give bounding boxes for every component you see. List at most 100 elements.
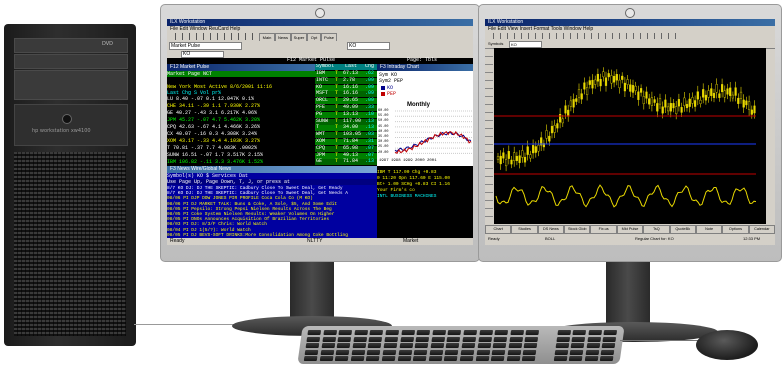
keyboard-key[interactable] xyxy=(398,349,412,355)
drawing-tool-strip[interactable] xyxy=(485,48,493,224)
keyboard-key[interactable] xyxy=(494,330,509,335)
keyboard-key[interactable] xyxy=(322,330,337,335)
keyboard-key[interactable] xyxy=(509,336,523,342)
keyboard-key[interactable] xyxy=(490,356,505,361)
keyboard-key[interactable] xyxy=(522,356,536,361)
keyboard-key[interactable] xyxy=(584,356,599,361)
keyboard-key[interactable] xyxy=(556,336,570,342)
tab-options[interactable]: Options xyxy=(722,225,749,234)
keyboard-key[interactable] xyxy=(553,356,568,361)
keyboard-key[interactable] xyxy=(366,356,380,361)
keyboard-key[interactable] xyxy=(304,349,319,355)
keyboard-key[interactable] xyxy=(556,330,571,335)
keyboard-key[interactable] xyxy=(337,336,352,342)
keyboard-key[interactable] xyxy=(320,349,334,355)
keyboard-key[interactable] xyxy=(447,330,462,335)
keyboard-key[interactable] xyxy=(476,349,490,355)
table-row[interactable]: CX 40.07 -.16 0.3 4.308K 3.24% xyxy=(167,131,257,137)
keyboard-key[interactable] xyxy=(570,343,585,348)
keyboard-key[interactable] xyxy=(335,349,350,355)
keyboard-key[interactable] xyxy=(354,330,368,335)
keyboard-key[interactable] xyxy=(338,330,353,335)
keyboard-key[interactable] xyxy=(319,356,334,361)
table-row[interactable]: CPQ 42.63 -.67 4.1 4.466K 3.26% xyxy=(167,124,260,130)
table-row[interactable]: JPM 45.27 -.07 4.7 5.462K 3.20% xyxy=(167,117,260,123)
keyboard-key[interactable] xyxy=(554,349,568,355)
keyboard-key[interactable] xyxy=(412,356,427,361)
market-select[interactable]: Market Pulse xyxy=(169,42,242,50)
keyboard-key[interactable] xyxy=(336,343,351,348)
keyboard-key[interactable] xyxy=(351,349,366,355)
keyboard-key[interactable] xyxy=(305,343,320,348)
keyboard-key[interactable] xyxy=(475,356,490,361)
tab-mkt-pulse[interactable]: Mkt Pulse xyxy=(616,225,644,234)
quote-detail-panel[interactable]: IBM T 117.00 Chg +0.83 0 11:20 Opn 117.60… xyxy=(377,166,473,238)
keyboard-key[interactable] xyxy=(415,336,430,342)
tab-ds-news[interactable]: DS News xyxy=(537,225,565,234)
keyboard-key[interactable] xyxy=(383,343,398,348)
keyboard-key[interactable] xyxy=(525,330,540,335)
tab-stock-glob[interactable]: Stock Glob xyxy=(564,225,591,234)
right-symbol-input[interactable]: KO xyxy=(509,41,542,48)
table-row[interactable]: XOM 43.17 -.33 4.4 4.103K 3.27% xyxy=(167,138,260,144)
intraday-chart-window[interactable]: F3 Intraday Chart Sym KO Sym2 PEP KO PEP… xyxy=(377,64,473,166)
keyboard-key[interactable] xyxy=(492,343,507,348)
keyboard-key[interactable] xyxy=(307,330,322,335)
keyboard-key[interactable] xyxy=(491,349,506,355)
quote-sheet-window[interactable]: Symbol Last Chg IBM T 67.13 .62 INTC T 2.78 .09… xyxy=(315,64,377,166)
keyboard-key[interactable] xyxy=(478,330,493,335)
keyboard-key[interactable] xyxy=(446,336,461,342)
symbol-input[interactable]: KO xyxy=(181,51,224,58)
keyboard-key[interactable] xyxy=(445,349,459,355)
keyboard-key[interactable] xyxy=(400,330,415,335)
keyboard-key[interactable] xyxy=(523,343,538,348)
keyboard-key[interactable] xyxy=(400,336,414,342)
keyboard-key[interactable] xyxy=(334,356,349,361)
keyboard-key[interactable] xyxy=(399,343,413,348)
most-active-window[interactable]: F12 Market Pulse Market Page NCT New Yor… xyxy=(167,64,315,166)
keyboard-key[interactable] xyxy=(428,356,443,361)
keyboard-key[interactable] xyxy=(432,330,446,335)
mouse[interactable] xyxy=(696,330,758,360)
keyboard-key[interactable] xyxy=(367,349,381,355)
keyboard-key[interactable] xyxy=(601,349,615,355)
tab-fix-us[interactable]: Fix.us xyxy=(590,225,617,234)
keyboard-key[interactable] xyxy=(555,343,569,348)
keyboard-key[interactable] xyxy=(414,343,429,348)
keyboard-key[interactable] xyxy=(416,330,431,335)
keyboard-key[interactable] xyxy=(506,356,521,361)
keyboard-key[interactable] xyxy=(587,336,601,342)
keyboard-key[interactable] xyxy=(493,336,508,342)
keyboard[interactable] xyxy=(297,326,625,364)
keyboard-key[interactable] xyxy=(397,356,412,361)
keyboard-key[interactable] xyxy=(381,356,396,361)
table-row[interactable]: CPQ T 65.98 .07 xyxy=(315,145,377,152)
keyboard-key[interactable] xyxy=(460,349,475,355)
tab-quotebk[interactable]: QuoteBk xyxy=(669,225,696,234)
keyboard-key[interactable] xyxy=(601,343,616,348)
chart-tool-icons[interactable] xyxy=(487,33,677,39)
tab-note[interactable]: Note xyxy=(695,225,723,234)
keyboard-key[interactable] xyxy=(523,349,537,355)
keyboard-key[interactable] xyxy=(585,349,600,355)
keyboard-key[interactable] xyxy=(507,349,522,355)
keyboard-key[interactable] xyxy=(429,349,444,355)
keyboard-key[interactable] xyxy=(524,336,539,342)
table-row[interactable]: INTC T 2.78 .09 xyxy=(315,77,377,84)
keyboard-key[interactable] xyxy=(508,343,523,348)
toolbar-icon-strip[interactable] xyxy=(169,33,253,40)
keyboard-key[interactable] xyxy=(602,336,617,342)
keyboard-key[interactable] xyxy=(368,336,383,342)
table-row[interactable]: IBM 106.82 -.11 3.3 3.476K 1.52% xyxy=(167,159,263,165)
keyboard-key[interactable] xyxy=(462,336,477,342)
keyboard-key[interactable] xyxy=(572,330,587,335)
keyboard-key[interactable] xyxy=(369,330,384,335)
tab-studies[interactable]: Studies xyxy=(511,225,538,234)
table-row[interactable]: LU 8.40 -.07 0.1 12.047K 0.1% xyxy=(167,96,254,102)
table-row[interactable]: T 70.81 -.37 7.7 4.083K .0002% xyxy=(167,145,257,151)
keyboard-key[interactable] xyxy=(588,330,602,335)
keyboard-key[interactable] xyxy=(352,343,367,348)
keyboard-key[interactable] xyxy=(600,356,614,361)
keyboard-key[interactable] xyxy=(568,356,583,361)
keyboard-key[interactable] xyxy=(321,343,335,348)
